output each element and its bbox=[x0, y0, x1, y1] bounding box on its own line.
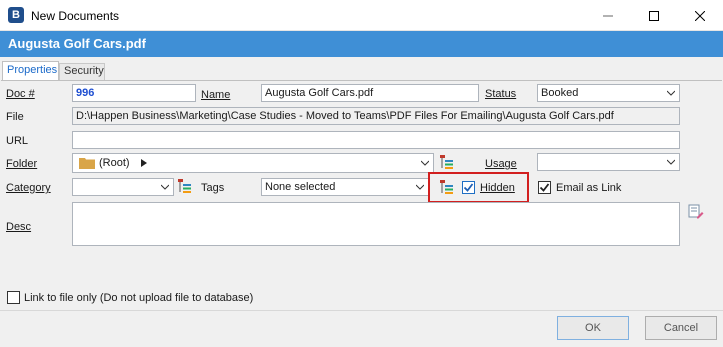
chevron-down-icon bbox=[161, 184, 169, 190]
folder-value: (Root) bbox=[99, 157, 130, 169]
tags-label: Tags bbox=[201, 182, 225, 194]
ok-button[interactable]: OK bbox=[557, 316, 629, 340]
folder-label: Folder bbox=[6, 158, 38, 170]
category-tree-icon[interactable] bbox=[178, 179, 192, 194]
email-as-link-label[interactable]: Email as Link bbox=[556, 182, 621, 194]
file-path-field: D:\Happen Business\Marketing\Case Studie… bbox=[72, 107, 680, 125]
chevron-down-icon bbox=[421, 160, 429, 166]
close-button[interactable] bbox=[677, 0, 723, 31]
doc-number-value: 996 bbox=[76, 87, 95, 99]
url-label: URL bbox=[6, 135, 29, 147]
tab-properties[interactable]: Properties bbox=[2, 61, 59, 80]
file-label: File bbox=[6, 111, 24, 123]
hidden-label[interactable]: Hidden bbox=[480, 182, 515, 194]
maximize-button[interactable] bbox=[631, 0, 677, 31]
doc-number-field[interactable]: 996 bbox=[72, 84, 196, 102]
minimize-icon bbox=[603, 15, 613, 16]
caret-right-icon bbox=[141, 159, 147, 167]
tab-security[interactable]: Security bbox=[59, 63, 105, 80]
checkmark-icon bbox=[463, 183, 474, 192]
status-select[interactable]: Booked bbox=[537, 84, 680, 102]
usage-select[interactable] bbox=[537, 153, 680, 171]
tags-select[interactable]: None selected bbox=[261, 178, 429, 196]
status-value: Booked bbox=[541, 87, 579, 99]
chevron-down-icon bbox=[416, 184, 424, 190]
email-as-link-checkbox[interactable] bbox=[538, 181, 551, 194]
name-label: Name bbox=[201, 89, 231, 101]
folder-icon bbox=[79, 158, 95, 169]
title-bar: B New Documents bbox=[0, 0, 723, 31]
desc-label: Desc bbox=[6, 221, 32, 233]
window-title: New Documents bbox=[31, 9, 120, 23]
doc-number-label: Doc # bbox=[6, 88, 35, 100]
desc-textarea[interactable] bbox=[72, 202, 680, 246]
edit-document-icon[interactable] bbox=[688, 204, 704, 219]
link-only-label[interactable]: Link to file only (Do not upload file to… bbox=[24, 292, 253, 304]
cancel-button[interactable]: Cancel bbox=[645, 316, 717, 340]
hidden-checkbox[interactable] bbox=[462, 181, 475, 194]
close-icon bbox=[695, 10, 705, 21]
status-label: Status bbox=[485, 88, 517, 100]
name-field[interactable]: Augusta Golf Cars.pdf bbox=[261, 84, 479, 102]
category-select[interactable] bbox=[72, 178, 174, 196]
minimize-button[interactable] bbox=[585, 0, 631, 31]
app-icon: B bbox=[8, 7, 24, 23]
tags-tree-icon[interactable] bbox=[440, 180, 454, 195]
checkmark-icon bbox=[539, 183, 550, 192]
document-header: Augusta Golf Cars.pdf bbox=[0, 31, 723, 57]
tags-value: None selected bbox=[265, 181, 336, 193]
maximize-icon bbox=[649, 10, 659, 21]
folder-tree-icon[interactable] bbox=[440, 155, 454, 170]
category-label: Category bbox=[6, 182, 51, 194]
usage-label: Usage bbox=[485, 158, 517, 170]
url-field[interactable] bbox=[72, 131, 680, 149]
chevron-down-icon bbox=[667, 90, 675, 96]
folder-select[interactable]: (Root) bbox=[72, 153, 434, 173]
link-only-checkbox[interactable] bbox=[7, 291, 20, 304]
document-title: Augusta Golf Cars.pdf bbox=[8, 36, 146, 51]
chevron-down-icon bbox=[667, 159, 675, 165]
